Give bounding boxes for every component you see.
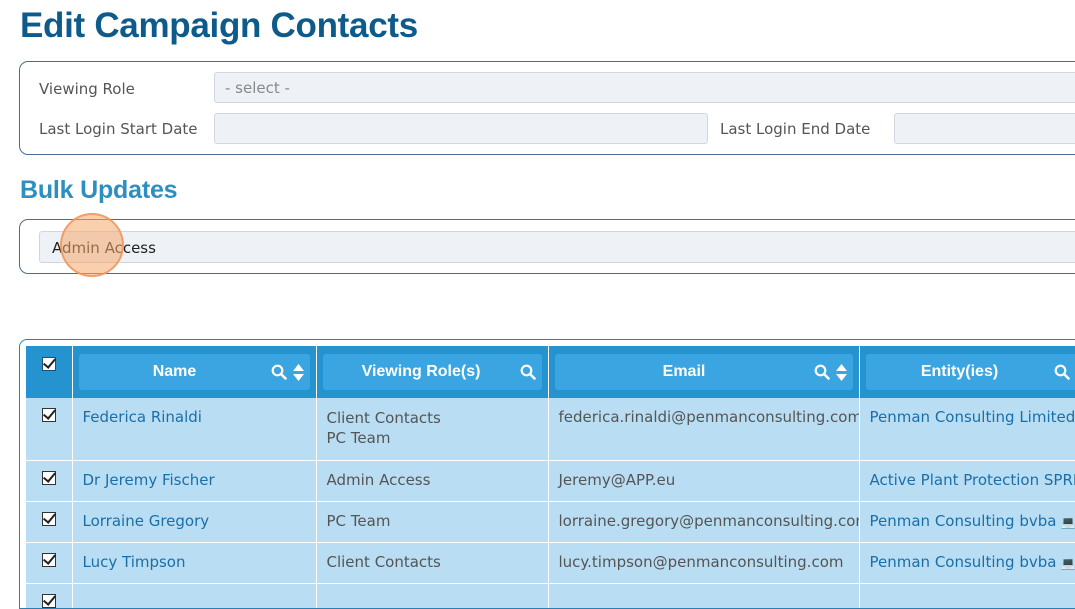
- email-cell: Jeremy@APP.eu: [548, 460, 859, 501]
- login-start-label: Last Login Start Date: [39, 120, 198, 138]
- column-label-email: Email: [561, 363, 808, 381]
- select-all-header: [26, 346, 72, 398]
- roles-cell: [316, 583, 548, 609]
- table-row: Lucy Timpson Client Contacts lucy.timpso…: [26, 542, 1075, 583]
- contact-name-link[interactable]: Federica Rinaldi: [83, 408, 202, 426]
- search-icon[interactable]: [814, 364, 830, 380]
- role-item: Client Contacts: [327, 553, 538, 571]
- login-end-date-input[interactable]: [894, 113, 1075, 144]
- row-select-cell: [26, 583, 72, 609]
- table-row: Federica Rinaldi Client ContactsPC Team …: [26, 398, 1075, 460]
- select-all-checkbox[interactable]: [42, 357, 56, 371]
- row-checkbox[interactable]: [42, 408, 56, 422]
- email-cell: [548, 583, 859, 609]
- column-label-name: Name: [85, 363, 265, 381]
- sort-icon[interactable]: [293, 364, 304, 381]
- table-header-row: Name Viewing Role(s): [26, 346, 1075, 398]
- search-icon[interactable]: [271, 364, 287, 380]
- row-checkbox[interactable]: [42, 471, 56, 485]
- row-checkbox[interactable]: [42, 512, 56, 526]
- entity-link[interactable]: Penman Consulting bvba: [870, 553, 1057, 571]
- page-title: Edit Campaign Contacts: [20, 6, 418, 46]
- row-checkbox[interactable]: [42, 594, 56, 608]
- laptop-icon: 💻: [1060, 556, 1075, 570]
- name-cell: Lorraine Gregory: [72, 501, 316, 542]
- role-item: PC Team: [327, 428, 538, 448]
- entity-cell: [859, 583, 1075, 609]
- contacts-table: Name Viewing Role(s): [19, 339, 1075, 609]
- bulk-role-select[interactable]: Admin Access: [39, 231, 1075, 263]
- search-icon[interactable]: [1054, 364, 1070, 380]
- role-item: PC Team: [327, 512, 538, 530]
- search-icon[interactable]: [520, 364, 536, 380]
- bulk-updates-title: Bulk Updates: [20, 176, 177, 205]
- entity-cell: Penman Consulting bvba💻: [859, 501, 1075, 542]
- contact-name-link[interactable]: Dr Jeremy Fischer: [83, 471, 215, 489]
- contact-name-link[interactable]: Lucy Timpson: [83, 553, 186, 571]
- row-select-cell: [26, 542, 72, 583]
- row-checkbox[interactable]: [42, 553, 56, 567]
- viewing-role-select[interactable]: - select -: [214, 72, 1075, 103]
- entity-cell: Penman Consulting bvba💻: [859, 542, 1075, 583]
- sort-icon[interactable]: [836, 364, 847, 381]
- bulk-updates-panel: Admin Access: [19, 219, 1075, 274]
- roles-cell: Client Contacts: [316, 542, 548, 583]
- login-start-date-input[interactable]: [214, 113, 708, 144]
- roles-cell: Admin Access: [316, 460, 548, 501]
- role-item: Client Contacts: [327, 408, 538, 428]
- viewing-role-label: Viewing Role: [39, 80, 135, 98]
- row-select-cell: [26, 501, 72, 542]
- column-label-viewing-roles: Viewing Role(s): [329, 363, 514, 381]
- name-cell: Federica Rinaldi: [72, 398, 316, 460]
- laptop-icon: 💻: [1060, 515, 1075, 529]
- column-label-entities: Entity(ies): [872, 363, 1048, 381]
- entity-link[interactable]: Penman Consulting bvba: [870, 512, 1057, 530]
- table-row: [26, 583, 1075, 609]
- entity-cell: Penman Consulting Limited💻: [859, 398, 1075, 460]
- role-item: Admin Access: [327, 471, 538, 489]
- column-header-email: Email: [548, 346, 859, 398]
- roles-cell: PC Team: [316, 501, 548, 542]
- email-cell: federica.rinaldi@penmanconsulting.com: [548, 398, 859, 460]
- email-cell: lorraine.gregory@penmanconsulting.com: [548, 501, 859, 542]
- column-header-name: Name: [72, 346, 316, 398]
- login-end-label: Last Login End Date: [720, 120, 870, 138]
- name-cell: Lucy Timpson: [72, 542, 316, 583]
- entity-link[interactable]: Penman Consulting Limited: [870, 408, 1075, 426]
- row-select-cell: [26, 398, 72, 460]
- column-header-entities: Entity(ies): [859, 346, 1075, 398]
- column-header-viewing-roles: Viewing Role(s): [316, 346, 548, 398]
- table-row: Lorraine Gregory PC Team lorraine.gregor…: [26, 501, 1075, 542]
- name-cell: Dr Jeremy Fischer: [72, 460, 316, 501]
- table-row: Dr Jeremy Fischer Admin Access Jeremy@AP…: [26, 460, 1075, 501]
- roles-cell: Client ContactsPC Team: [316, 398, 548, 460]
- row-select-cell: [26, 460, 72, 501]
- entity-cell: Active Plant Protection SPRL💻: [859, 460, 1075, 501]
- name-cell: [72, 583, 316, 609]
- entity-link[interactable]: Active Plant Protection SPRL: [870, 471, 1075, 489]
- contact-name-link[interactable]: Lorraine Gregory: [83, 512, 210, 530]
- filter-panel: Viewing Role - select - Last Login Start…: [19, 61, 1075, 155]
- email-cell: lucy.timpson@penmanconsulting.com: [548, 542, 859, 583]
